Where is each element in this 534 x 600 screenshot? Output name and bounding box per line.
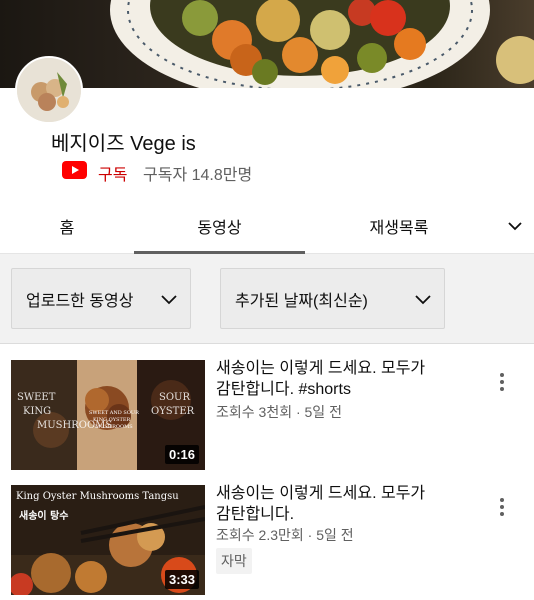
youtube-logo-icon <box>62 161 87 179</box>
filter-bar: 업로드한 동영상 추가된 날짜(최신순) <box>0 254 534 344</box>
chevron-down-icon <box>161 295 177 305</box>
sort-dropdown[interactable]: 추가된 날짜(최신순) <box>220 268 445 329</box>
video-menu-button[interactable] <box>492 370 512 394</box>
thumbnail-text: KING <box>23 406 52 417</box>
thumbnail-text: King Oyster Mushrooms Tangsu <box>16 491 179 502</box>
video-duration: 3:33 <box>164 570 199 589</box>
thumbnail-text: KING OYSTER <box>93 417 131 423</box>
thumbnail-text: SOUR <box>159 392 191 403</box>
channel-avatar[interactable] <box>15 56 83 124</box>
thumbnail-text: MUSHROOMS <box>95 424 133 430</box>
thumbnail-text: OYSTER <box>151 406 195 417</box>
thumbnail-text: SWEET <box>17 392 56 403</box>
video-meta: 조회수 2.3만회 · 5일 전 <box>216 527 354 543</box>
video-list-item[interactable]: SWEET SOUR KING OYSTER MUSHROOMS SWEET A… <box>0 356 534 476</box>
video-type-selected: 업로드한 동영상 <box>26 292 134 310</box>
thumbnail-text: 새송이 탕수 <box>19 511 69 522</box>
more-vert-icon <box>500 373 504 391</box>
chevron-down-icon <box>415 295 431 305</box>
video-meta: 조회수 3천회 · 5일 전 <box>216 404 342 420</box>
tab-videos[interactable]: 동영상 <box>134 198 305 254</box>
tabs-more-button[interactable] <box>500 212 530 240</box>
channel-tabs: 홈 동영상 재생목록 <box>0 198 534 254</box>
video-type-dropdown[interactable]: 업로드한 동영상 <box>11 268 191 329</box>
video-thumbnail[interactable]: King Oyster Mushrooms Tangsu 새송이 탕수 3:33 <box>11 485 205 595</box>
tab-home[interactable]: 홈 <box>0 198 134 253</box>
more-vert-icon <box>500 498 504 516</box>
video-title-line: 새송이는 이렇게 드세요. 모두가 <box>216 360 426 377</box>
chevron-down-icon <box>508 222 522 231</box>
video-title[interactable]: 새송이는 이렇게 드세요. 모두가 감탄합니다. <box>216 483 478 525</box>
video-thumbnail[interactable]: SWEET SOUR KING OYSTER MUSHROOMS SWEET A… <box>11 360 205 470</box>
subtitles-badge: 자막 <box>216 548 252 574</box>
video-menu-button[interactable] <box>492 495 512 519</box>
subscriber-count: 구독자 14.8만명 <box>143 167 253 184</box>
video-duration: 0:16 <box>164 445 199 464</box>
subscribe-button[interactable]: 구독 <box>98 161 127 185</box>
video-title[interactable]: 새송이는 이렇게 드세요. 모두가 감탄합니다. #shorts <box>216 358 478 400</box>
thumbnail-text: SWEET AND SOUR <box>89 410 139 416</box>
channel-banner <box>0 0 534 88</box>
tab-playlists[interactable]: 재생목록 <box>305 198 493 253</box>
sort-selected: 추가된 날짜(최신순) <box>235 292 368 310</box>
video-title-line: 새송이는 이렇게 드세요. 모두가 <box>216 485 426 502</box>
video-list-item[interactable]: King Oyster Mushrooms Tangsu 새송이 탕수 3:33… <box>0 481 534 600</box>
channel-name: 베지이즈 Vege is <box>51 133 196 155</box>
video-title-line: 감탄합니다. #shorts <box>216 381 351 398</box>
video-title-line: 감탄합니다. <box>216 506 295 523</box>
